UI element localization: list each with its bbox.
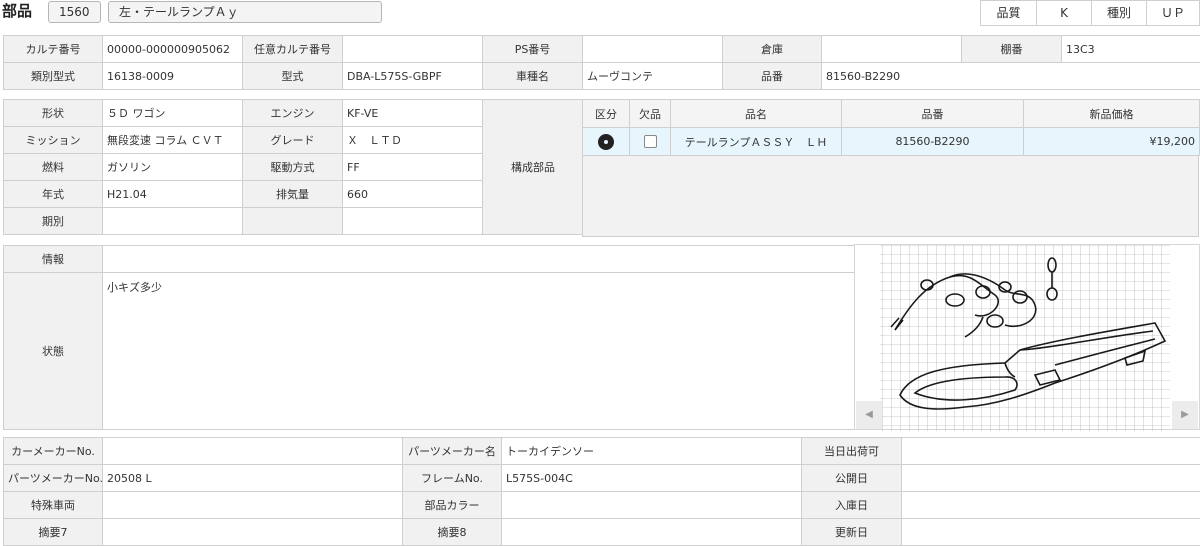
ps-value <box>582 35 723 63</box>
period-label: 期別 <box>3 207 103 235</box>
warehouse-value <box>821 35 962 63</box>
public-date-label: 公開日 <box>801 464 902 492</box>
col-header-price: 新品価格 <box>1023 99 1200 128</box>
part-color-label: 部品カラー <box>402 491 502 519</box>
table-row[interactable]: テールランプＡＳＳＹ ＬＨ 81560-B2290 ¥19,200 <box>582 127 1200 156</box>
summary8-label: 摘要8 <box>402 518 502 546</box>
update-date-value <box>901 518 1200 546</box>
special-vehicle-value <box>102 491 403 519</box>
triangle-left-icon: ◀ <box>865 409 873 420</box>
grade-label: グレード <box>242 126 343 154</box>
info-value <box>102 245 855 273</box>
prev-image-button[interactable]: ◀ <box>856 401 882 429</box>
update-date-label: 更新日 <box>801 518 902 546</box>
engine-value: KF-VE <box>342 99 483 127</box>
drive-label: 駆動方式 <box>242 153 343 181</box>
model-label: 型式 <box>242 62 343 90</box>
warehouse-label: 倉庫 <box>722 35 822 63</box>
parts-maker-name-value: トーカイデンソー <box>501 437 802 465</box>
car-name-label: 車種名 <box>482 62 583 90</box>
fuel-label: 燃料 <box>3 153 103 181</box>
parts-maker-name-label: パーツメーカー名 <box>402 437 502 465</box>
vehicle-info-table: カルテ番号 00000-000000905062 任意カルテ番号 PS番号 倉庫… <box>3 35 1200 90</box>
kind-label: 種別 <box>1091 0 1147 26</box>
info-label: 情報 <box>3 245 103 273</box>
maker-info-table: カーメーカーNo. パーツメーカー名 トーカイデンソー 当日出荷可 パーツメーカ… <box>3 437 1200 546</box>
empty-label <box>242 207 343 235</box>
next-image-button[interactable]: ▶ <box>1172 401 1198 429</box>
car-maker-no-value <box>102 437 403 465</box>
parts-maker-no-label: パーツメーカーNo. <box>3 464 103 492</box>
frame-no-value: L575S-004C <box>501 464 802 492</box>
part-name-cell: テールランプＡＳＳＹ ＬＨ <box>670 127 842 156</box>
shelf-label: 棚番 <box>961 35 1062 63</box>
components-panel: 区分 欠品 品名 品番 新品価格 テールランプＡＳＳＹ ＬＨ 81560-B22… <box>582 99 1200 237</box>
condition-table: 情報 状態 小キズ多少 <box>3 245 855 430</box>
part-no-value: 81560-B2290 <box>821 62 1200 90</box>
year-value: H21.04 <box>102 180 243 208</box>
displacement-label: 排気量 <box>242 180 343 208</box>
public-date-value <box>901 464 1200 492</box>
opt-karte-value <box>342 35 483 63</box>
triangle-right-icon: ▶ <box>1181 409 1189 420</box>
part-number-cell: 81560-B2290 <box>841 127 1024 156</box>
summary8-value <box>501 518 802 546</box>
ps-label: PS番号 <box>482 35 583 63</box>
drive-value: FF <box>342 153 483 181</box>
quality-value: K <box>1036 0 1092 26</box>
arrival-date-value <box>901 491 1200 519</box>
shape-label: 形状 <box>3 99 103 127</box>
spec-table: 形状 ５Ｄ ワゴン エンジン KF-VE 構成部品 ミッション 無段変速 コラム… <box>3 99 584 235</box>
engine-label: エンジン <box>242 99 343 127</box>
shipping-today-label: 当日出荷可 <box>801 437 902 465</box>
arrival-date-label: 入庫日 <box>801 491 902 519</box>
col-header-missing: 欠品 <box>629 99 671 128</box>
summary7-value <box>102 518 403 546</box>
class-model-label: 類別型式 <box>3 62 103 90</box>
missing-cell <box>629 127 671 156</box>
image-viewer[interactable]: ◀ ▶ <box>854 244 1200 431</box>
col-header-number: 品番 <box>841 99 1024 128</box>
state-value: 小キズ多少 <box>102 272 855 430</box>
col-header-name: 品名 <box>670 99 842 128</box>
grade-value: Ｘ ＬＴＤ <box>342 126 483 154</box>
missing-checkbox[interactable] <box>643 135 657 149</box>
opt-karte-label: 任意カルテ番号 <box>242 35 343 63</box>
model-value: DBA-L575S-GBPF <box>342 62 483 90</box>
components-table: 区分 欠品 品名 品番 新品価格 テールランプＡＳＳＹ ＬＨ 81560-B22… <box>582 99 1200 156</box>
fuel-value: ガソリン <box>102 153 243 181</box>
price-cell: ¥19,200 <box>1023 127 1200 156</box>
part-code-field[interactable]: 1560 <box>48 1 101 23</box>
state-label: 状態 <box>3 272 103 430</box>
part-name-field[interactable]: 左・テールランプＡｙ <box>108 1 382 23</box>
category-cell <box>582 127 630 156</box>
car-maker-no-label: カーメーカーNo. <box>3 437 103 465</box>
tail-lamp-diagram <box>880 245 1170 431</box>
quality-label: 品質 <box>980 0 1037 26</box>
parts-maker-no-value: 20508 L <box>102 464 403 492</box>
shape-value: ５Ｄ ワゴン <box>102 99 243 127</box>
car-name-value: ムーヴコンテ <box>582 62 723 90</box>
shelf-value: 13C3 <box>1061 35 1200 63</box>
disc-icon <box>598 133 614 150</box>
period-value <box>102 207 243 235</box>
frame-no-label: フレームNo. <box>402 464 502 492</box>
displacement-value: 660 <box>342 180 483 208</box>
col-header-category: 区分 <box>582 99 630 128</box>
empty-value <box>342 207 483 235</box>
kind-value: ＵＰ <box>1146 0 1200 26</box>
shipping-today-value <box>901 437 1200 465</box>
page-title: 部品 <box>2 2 33 20</box>
karte-no-value: 00000-000000905062 <box>102 35 243 63</box>
mission-value: 無段変速 コラム ＣＶＴ <box>102 126 243 154</box>
components-label: 構成部品 <box>482 99 584 235</box>
mission-label: ミッション <box>3 126 103 154</box>
summary7-label: 摘要7 <box>3 518 103 546</box>
part-no-label: 品番 <box>722 62 822 90</box>
class-model-value: 16138-0009 <box>102 62 243 90</box>
karte-no-label: カルテ番号 <box>3 35 103 63</box>
part-color-value <box>501 491 802 519</box>
special-vehicle-label: 特殊車両 <box>3 491 103 519</box>
year-label: 年式 <box>3 180 103 208</box>
